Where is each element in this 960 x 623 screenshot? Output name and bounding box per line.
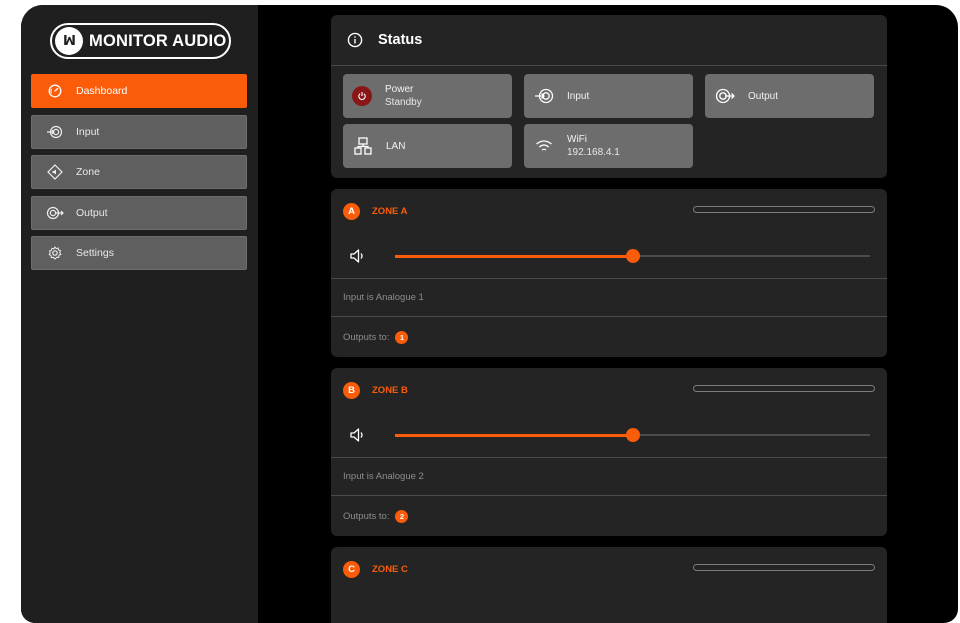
volume-icon[interactable] <box>349 426 367 444</box>
sidebar-item-input[interactable]: Input <box>31 114 247 149</box>
wifi-label: WiFi <box>567 134 587 145</box>
sidebar-item-zone[interactable]: Zone <box>31 155 247 189</box>
zone-card-c: C ZONE C <box>331 547 887 623</box>
status-card: Status Power Standby Input Output LAN Wi… <box>331 15 887 178</box>
volume-slider[interactable] <box>395 249 870 263</box>
zone-badge: C <box>343 561 360 578</box>
zone-header: C ZONE C <box>331 547 887 592</box>
zone-input-text: Input is Analogue 1 <box>331 279 887 317</box>
status-tiles: Power Standby Input Output LAN WiFi 192.… <box>331 66 887 178</box>
outputs-label: Outputs to: <box>343 510 390 522</box>
zone-badge: A <box>343 203 360 220</box>
volume-fill <box>395 254 633 258</box>
sidebar-nav: Dashboard Input Zone Output Settings <box>31 74 247 277</box>
level-meter <box>693 206 875 213</box>
zone-outputs: Outputs to: 1 <box>331 317 887 357</box>
volume-icon[interactable] <box>349 247 367 265</box>
zone-input-text: Input is Analogue 2 <box>331 458 887 496</box>
info-icon <box>347 32 363 48</box>
volume-thumb[interactable] <box>625 249 640 263</box>
outputs-label: Outputs to: <box>343 331 390 343</box>
power-state: Standby <box>385 97 422 108</box>
volume-slider[interactable] <box>395 428 870 442</box>
gear-icon <box>46 244 64 262</box>
volume-fill <box>395 433 633 437</box>
wifi-tile[interactable]: WiFi 192.168.4.1 <box>524 124 693 168</box>
sidebar-item-settings[interactable]: Settings <box>31 236 247 270</box>
output-badge[interactable]: 1 <box>395 330 409 344</box>
zone-outputs: Outputs to: 2 <box>331 496 887 536</box>
volume-thumb[interactable] <box>625 428 640 442</box>
input-icon <box>46 123 64 141</box>
level-meter <box>693 385 875 392</box>
output-badge[interactable]: 2 <box>395 509 409 523</box>
zone-title: ZONE A <box>372 206 408 217</box>
power-icon[interactable] <box>352 86 372 106</box>
sidebar-item-label: Input <box>76 125 100 138</box>
zone-title: ZONE C <box>372 564 408 575</box>
sidebar-item-output[interactable]: Output <box>31 195 247 230</box>
sidebar-item-label: Dashboard <box>76 85 128 97</box>
volume-row <box>331 413 887 458</box>
sidebar-item-label: Zone <box>76 166 100 178</box>
level-meter <box>693 564 875 571</box>
zone-header: A ZONE A <box>331 189 887 234</box>
app-window: ꟽ MONITOR AUDIO Dashboard Input Zone Out… <box>21 5 958 623</box>
output-icon <box>714 85 736 107</box>
wifi-icon <box>533 135 555 157</box>
logo-text: MONITOR AUDIO <box>89 31 227 50</box>
sidebar-item-label: Settings <box>76 247 114 259</box>
input-icon <box>533 85 555 107</box>
input-tile[interactable]: Input <box>524 74 693 118</box>
lan-label: LAN <box>386 140 406 152</box>
sidebar: ꟽ MONITOR AUDIO Dashboard Input Zone Out… <box>21 5 258 623</box>
output-tile[interactable]: Output <box>705 74 874 118</box>
sidebar-item-label: Output <box>76 206 108 219</box>
power-tile[interactable]: Power Standby <box>343 74 512 118</box>
logo-mark-icon: ꟽ <box>55 27 83 55</box>
input-label: Input <box>567 90 590 102</box>
zone-card-b: B ZONE B Input is Analogue 2 Outputs to:… <box>331 368 887 536</box>
zone-badge: B <box>343 382 360 399</box>
sidebar-item-dashboard[interactable]: Dashboard <box>31 74 247 108</box>
volume-row <box>331 234 887 279</box>
dashboard-main: Status Power Standby Input Output LAN Wi… <box>331 15 887 623</box>
status-header: Status <box>331 15 887 66</box>
power-label: Power <box>385 84 414 95</box>
status-title: Status <box>378 32 423 48</box>
zone-header: B ZONE B <box>331 368 887 413</box>
zone-title: ZONE B <box>372 385 408 396</box>
lan-tile[interactable]: LAN <box>343 124 512 168</box>
brand-logo: ꟽ MONITOR AUDIO <box>50 23 231 59</box>
dashboard-gauge-icon <box>46 82 64 100</box>
wifi-address: 192.168.4.1 <box>567 147 620 158</box>
output-icon <box>46 204 64 222</box>
output-label: Output <box>748 90 779 102</box>
zone-card-a: A ZONE A Input is Analogue 1 Outputs to:… <box>331 189 887 357</box>
zone-speaker-icon <box>46 163 64 181</box>
network-icon <box>352 135 374 157</box>
